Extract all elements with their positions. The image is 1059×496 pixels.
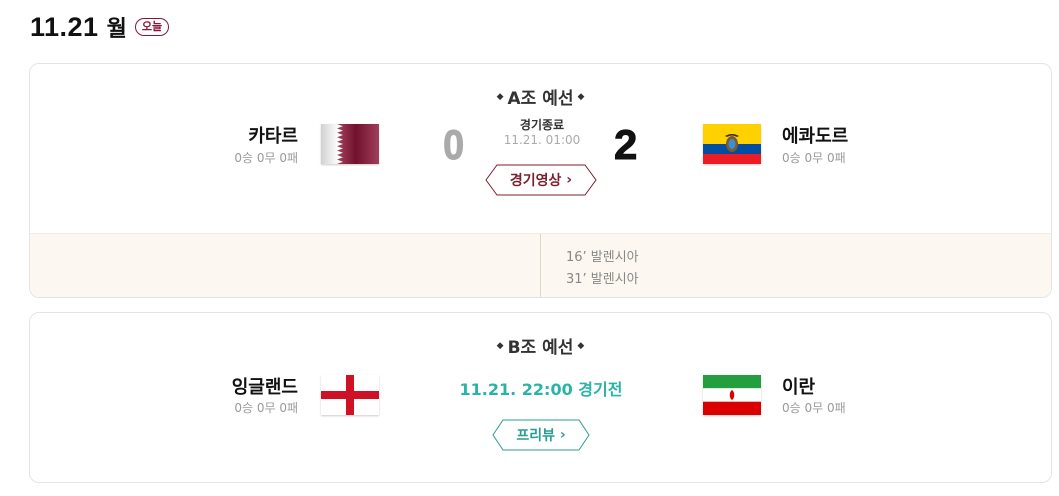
home-team-record: 0승 0무 0패 [234, 401, 298, 415]
preview-button[interactable]: 프리뷰 › [492, 419, 590, 451]
qatar-flag-icon[interactable] [321, 124, 379, 164]
match-status: 경기종료 [519, 118, 565, 132]
weekday-label: 월 [106, 17, 127, 42]
home-team-name[interactable]: 카타르 [248, 122, 298, 148]
match-card-group-a: ◆ A조 예선 ◆ 카타르 0승 0무 0패 0 경기종료 11.21. 01:00… [29, 63, 1052, 298]
today-badge: 오늘 [134, 18, 170, 36]
iran-flag-graphic [703, 375, 761, 415]
date-label: 11.21 [30, 11, 99, 42]
england-flag-icon[interactable] [321, 375, 379, 415]
date-header: 11.21 월 오늘 [30, 11, 170, 42]
match-video-label: 경기영상 [509, 173, 562, 189]
home-team-name[interactable]: 잉글랜드 [232, 373, 298, 399]
goal-entry: 31’ 발렌시아 [566, 272, 639, 287]
match-video-button[interactable]: 경기영상 › [485, 164, 597, 196]
away-team-name[interactable]: 이란 [782, 373, 815, 399]
diamond-icon: ◆ [496, 92, 504, 102]
away-team-record: 0승 0무 0패 [782, 401, 846, 415]
ecuador-flag-icon[interactable] [703, 124, 761, 164]
goals-divider [540, 234, 541, 297]
diamond-icon: ◆ [496, 341, 504, 351]
match-time: 11.21. 01:00 [503, 133, 581, 147]
group-title: ◆ B조 예선 ◆ [30, 333, 1051, 358]
qatar-flag-graphic [321, 124, 379, 164]
group-title: ◆ A조 예선 ◆ [30, 84, 1051, 109]
goal-scorers-panel: 16’ 발렌시아 31’ 발렌시아 [30, 233, 1051, 297]
away-score: 2 [613, 121, 638, 168]
away-team-name[interactable]: 에콰도르 [782, 122, 848, 148]
home-score: 0 [443, 121, 465, 168]
chevron-right-icon: › [561, 172, 573, 188]
diamond-icon: ◆ [577, 341, 585, 351]
group-label: A조 예선 [507, 89, 574, 109]
home-team-record: 0승 0무 0패 [234, 151, 298, 165]
ecuador-flag-graphic [703, 124, 761, 164]
goal-entry: 16’ 발렌시아 [566, 250, 639, 265]
iran-flag-icon[interactable] [703, 375, 761, 415]
chevron-right-icon: › [554, 427, 566, 443]
group-label: B조 예선 [507, 338, 574, 358]
match-card-group-b: ◆ B조 예선 ◆ 잉글랜드 0승 0무 0패 11.21. 22:00 경기전 이… [29, 312, 1052, 483]
kickoff-time: 11.21. 22:00 경기전 [459, 380, 623, 399]
away-team-record: 0승 0무 0패 [782, 151, 846, 165]
preview-label: 프리뷰 [516, 428, 555, 444]
england-flag-graphic [321, 375, 379, 415]
diamond-icon: ◆ [577, 92, 585, 102]
